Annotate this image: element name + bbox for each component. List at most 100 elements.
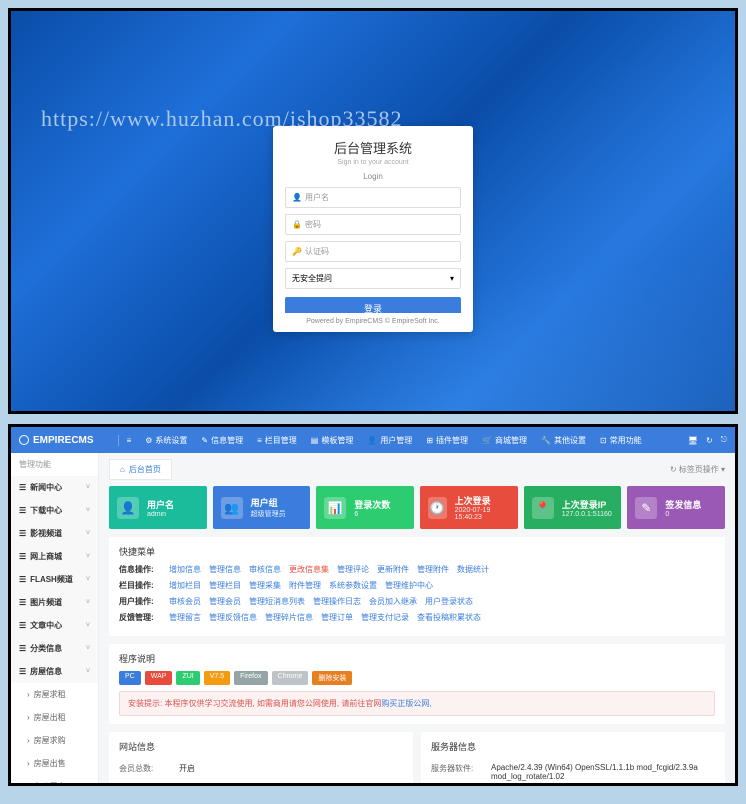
badges-row: PC WAPZUI V7.5 Firefox Chrome删除安装	[119, 671, 715, 685]
badge[interactable]: ZUI	[176, 671, 199, 685]
username-input[interactable]: 👤用户名	[285, 187, 461, 208]
topmenu-common[interactable]: ⊡ 常用功能	[594, 435, 648, 446]
quick-link[interactable]: 管理评论	[337, 564, 369, 575]
badge[interactable]: WAP	[145, 671, 173, 685]
sidebar-item[interactable]: › 房屋出租	[11, 706, 98, 729]
monitor-icon[interactable]: 🖥	[688, 436, 698, 445]
topmenu-shop[interactable]: 🛒 商城管理	[476, 435, 533, 446]
topbar: EMPIRECMS ≡ ⚙ 系统设置 ✎ 信息管理 ≡ 栏目管理 ▤ 模板管理 …	[11, 427, 735, 453]
topmenu-other[interactable]: 🔧 其他设置	[535, 435, 592, 446]
sidebar-item[interactable]: › 房屋求购	[11, 729, 98, 752]
hamburger-icon[interactable]: ≡	[118, 435, 138, 446]
key-icon: 🔑	[292, 247, 300, 256]
topmenu-column[interactable]: ≡ 栏目管理	[251, 435, 303, 446]
stat-card[interactable]: 👥用户组超级管理员	[213, 486, 311, 529]
quick-link[interactable]: 管理维护中心	[385, 580, 433, 591]
sidebar-item[interactable]: ☰ 网上商城˅	[11, 545, 98, 568]
sidebar-item[interactable]: ☰ 文章中心˅	[11, 614, 98, 637]
quick-link[interactable]: 管理支付记录	[361, 612, 409, 623]
badge[interactable]: Firefox	[234, 671, 267, 685]
quick-link[interactable]: 查看投稿积累状态	[417, 612, 481, 623]
tab-home[interactable]: ⌂后台首页	[109, 459, 172, 480]
sidebar-item[interactable]: › 办公用房	[11, 775, 98, 786]
brand-icon	[19, 435, 29, 445]
stat-card[interactable]: 🕐上次登录2020-07-19 15:40:23	[420, 486, 518, 529]
quick-link[interactable]: 管理信息	[209, 564, 241, 575]
refresh-icon[interactable]: ↻	[706, 436, 713, 445]
quick-link[interactable]: 管理订单	[321, 612, 353, 623]
install-alert: 安装提示: 本程序仅供学习交流使用, 如需商用请您公网使用, 请前往官网购买正版…	[119, 691, 715, 716]
badge[interactable]: V7.5	[204, 671, 230, 685]
info-row: 会员总数:开启	[119, 759, 403, 778]
badge[interactable]: PC	[119, 671, 141, 685]
stat-icon: 📍	[532, 497, 554, 519]
quick-link[interactable]: 管理短消息列表	[249, 596, 305, 607]
sidebar-item[interactable]: ☰ 影视频道˅	[11, 522, 98, 545]
chevron-down-icon: ▾	[450, 274, 454, 283]
quick-link[interactable]: 管理采集	[249, 580, 281, 591]
lock-icon: 🔒	[292, 220, 300, 229]
quick-link[interactable]: 会员加入继承	[369, 596, 417, 607]
stat-icon: 🕐	[428, 497, 447, 519]
sidebar-item[interactable]: ☰ 新闻中心˅	[11, 476, 98, 499]
stats-row: 👤用户名admin👥用户组超级管理员📊登录次数6🕐上次登录2020-07-19 …	[109, 486, 725, 529]
quick-link[interactable]: 增加信息	[169, 564, 201, 575]
quick-link[interactable]: 管理栏目	[209, 580, 241, 591]
server-info-card: 服务器信息 服务器软件:Apache/2.4.39 (Win64) OpenSS…	[421, 732, 725, 786]
sidebar-item[interactable]: ☰ 房屋信息˅	[11, 660, 98, 683]
quick-link[interactable]: 管理会员	[209, 596, 241, 607]
stat-card[interactable]: 👤用户名admin	[109, 486, 207, 529]
sidebar-group-category[interactable]: ☰ 分类信息˅	[11, 637, 98, 660]
password-input[interactable]: 🔒密码	[285, 214, 461, 235]
tab-operations[interactable]: ↻ 标签页操作 ▾	[670, 464, 725, 475]
badge[interactable]: Chrome	[272, 671, 309, 685]
stat-card[interactable]: ✎签发信息0	[627, 486, 725, 529]
sidebar-header: 管理功能	[11, 453, 98, 476]
topmenu-template[interactable]: ▤ 模板管理	[305, 435, 360, 446]
sidebar-item[interactable]: ☰ 下载中心˅	[11, 499, 98, 522]
login-subtitle: Sign in to your account	[285, 159, 461, 166]
server-info-title: 服务器信息	[431, 740, 715, 753]
quick-link[interactable]: 审核会员	[169, 596, 201, 607]
sidebar-item[interactable]: ☰ FLASH频道˅	[11, 568, 98, 591]
sidebar-item[interactable]: ☰ 图片频道˅	[11, 591, 98, 614]
topmenu-plugin[interactable]: ⊞ 插件管理	[420, 435, 474, 446]
quick-link[interactable]: 管理留言	[169, 612, 201, 623]
topmenu-user[interactable]: 👤 用户管理	[361, 435, 418, 446]
quick-link[interactable]: 审核信息	[249, 564, 281, 575]
quick-link-row: 栏目操作:增加栏目管理栏目管理采集附件管理系统参数设置管理维护中心	[119, 580, 715, 591]
login-title: 后台管理系统	[285, 138, 461, 157]
quick-link[interactable]: 管理反馈信息	[209, 612, 257, 623]
captcha-input[interactable]: 🔑认证码	[285, 241, 461, 262]
info-row: 服务器软件:Apache/2.4.39 (Win64) OpenSSL/1.1.…	[431, 759, 715, 785]
quick-link[interactable]: 更新附件	[377, 564, 409, 575]
quick-link[interactable]: 数据统计	[457, 564, 489, 575]
quick-link[interactable]: 管理附件	[417, 564, 449, 575]
brand[interactable]: EMPIRECMS	[19, 435, 94, 446]
alert-link[interactable]: 购买正版公网,	[381, 699, 431, 708]
logout-icon[interactable]: ⎋	[721, 435, 727, 445]
stat-card[interactable]: 📍上次登录IP127.0.0.1:51160	[524, 486, 622, 529]
sidebar-item[interactable]: › 房屋求租	[11, 683, 98, 706]
quick-link[interactable]: 增加栏目	[169, 580, 201, 591]
sidebar-item[interactable]: › 房屋出售	[11, 752, 98, 775]
info-row: 会员统编:关闭	[119, 778, 403, 786]
quick-link[interactable]: 管理操作日志	[313, 596, 361, 607]
quick-link[interactable]: 附件管理	[289, 580, 321, 591]
stat-icon: ✎	[635, 497, 657, 519]
quick-link[interactable]: 用户登录状态	[425, 596, 473, 607]
quick-menu-title: 快捷菜单	[119, 545, 715, 558]
top-icons: 🖥 ↻ ⎋	[688, 435, 727, 445]
quick-link[interactable]: 系统参数设置	[329, 580, 377, 591]
badge[interactable]: 删除安装	[312, 671, 352, 685]
topmenu-info[interactable]: ✎ 信息管理	[195, 435, 249, 446]
login-background: https://www.huzhan.com/ishop33582 后台管理系统…	[11, 11, 735, 411]
quick-link-row: 反馈管理:管理留言管理反馈信息管理碎片信息管理订单管理支付记录查看投稿积累状态	[119, 612, 715, 623]
stat-card[interactable]: 📊登录次数6	[316, 486, 414, 529]
security-question-select[interactable]: 无安全提问▾	[285, 268, 461, 289]
quick-link[interactable]: 管理碎片信息	[265, 612, 313, 623]
login-footer: Powered by EmpireCMS © EmpireSoft Inc.	[273, 313, 473, 330]
topmenu-system[interactable]: ⚙ 系统设置	[139, 435, 193, 446]
site-info-title: 网站信息	[119, 740, 403, 753]
quick-link[interactable]: 更改信息集	[289, 564, 329, 575]
